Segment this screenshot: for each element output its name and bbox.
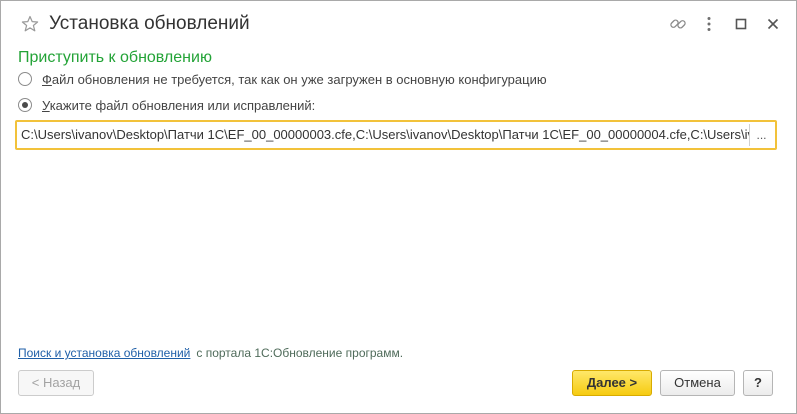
radio-button-checked[interactable] [18,98,32,112]
radio-button[interactable] [18,72,32,86]
file-path-field[interactable]: C:\Users\ivanov\Desktop\Патчи 1С\EF_00_0… [15,120,777,150]
update-install-window: Установка обновлений Приступить к обновл… [0,0,797,414]
footer-info: Поиск и установка обновлений с портала 1С… [18,346,403,360]
accelerator-key: Ф [42,71,52,87]
window-title: Установка обновлений [49,13,250,34]
search-updates-link[interactable]: Поиск и установка обновлений [18,346,190,360]
next-button[interactable]: Далее > [572,370,652,396]
cancel-button[interactable]: Отмена [660,370,735,396]
radio-option-text: кажите файл обновления или исправлений: [49,97,316,113]
maximize-icon[interactable] [732,15,750,33]
radio-option-label[interactable]: Укажите файл обновления или исправлений: [42,98,315,113]
section-title: Приступить к обновлению [18,49,212,66]
accelerator-key: У [42,97,50,113]
radio-option-label[interactable]: Файл обновления не требуется, так как он… [42,72,547,87]
star-icon[interactable] [21,15,39,33]
radio-option-text: айл обновления не требуется, так как он … [51,71,547,87]
file-path-input[interactable]: C:\Users\ivanov\Desktop\Патчи 1С\EF_00_0… [21,124,749,146]
radio-option-no-file[interactable]: Файл обновления не требуется, так как он… [18,70,547,88]
footer-suffix-text: с портала 1С:Обновление программ. [196,346,404,360]
browse-button[interactable]: ... [749,124,773,146]
link-icon[interactable] [669,15,687,33]
title-bar: Установка обновлений [1,1,796,47]
more-vertical-icon[interactable] [700,15,718,33]
radio-option-specify-file[interactable]: Укажите файл обновления или исправлений: [18,96,315,114]
back-button[interactable]: < Назад [18,370,94,396]
help-button[interactable]: ? [743,370,773,396]
close-icon[interactable] [764,15,782,33]
